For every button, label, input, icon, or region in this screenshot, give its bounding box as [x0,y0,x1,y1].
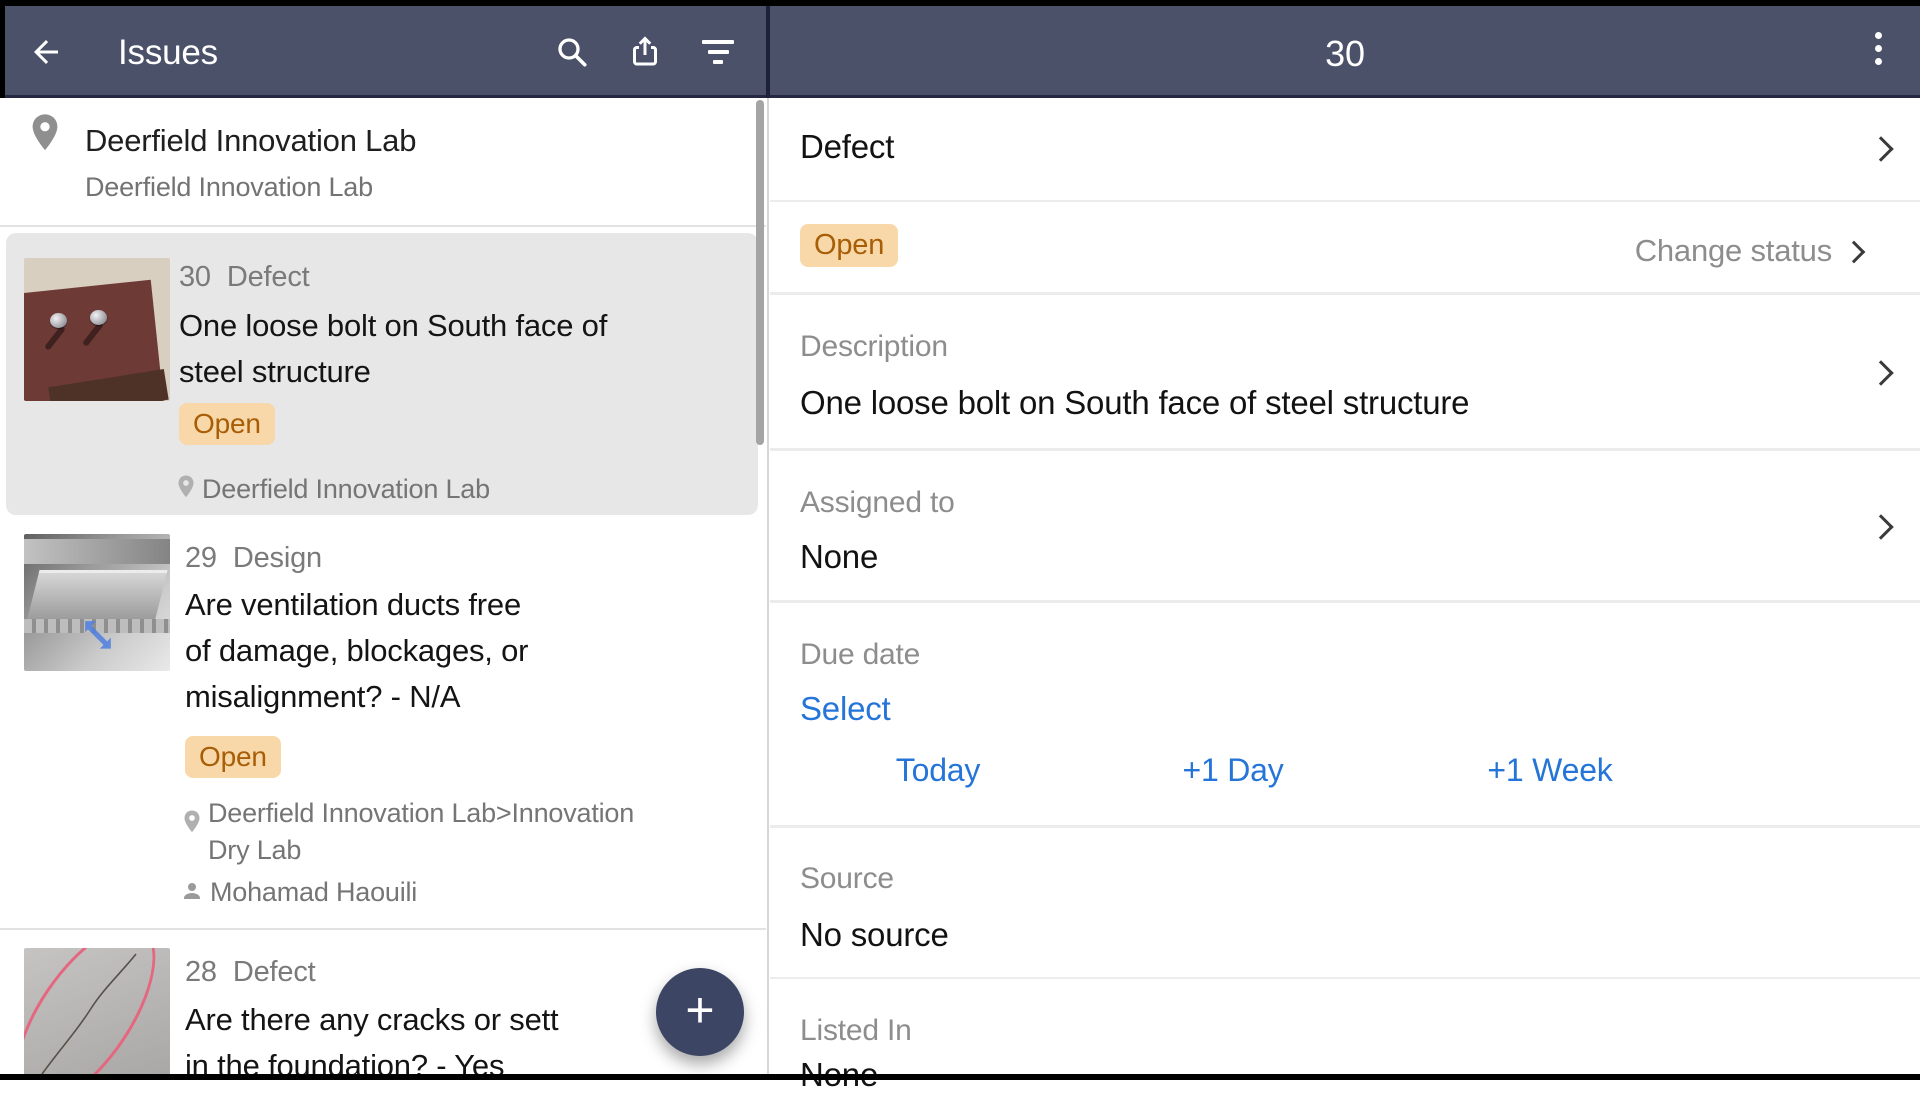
assigned-to-label: Assigned to [800,486,955,520]
row-divider [770,200,1920,202]
share-icon [627,34,663,70]
chevron-right-icon [1843,241,1866,264]
list-scrollbar[interactable] [756,100,764,445]
toolbar-actions [552,30,738,74]
location-title: Deerfield Innovation Lab [85,123,416,159]
issue-30-thumbnail [24,258,170,401]
description-label: Description [800,330,948,364]
issue-assignee: Mohamad Haouili [180,874,417,911]
location-subtitle: Deerfield Innovation Lab [85,172,373,203]
issue-list-item-30[interactable]: 30Defect One loose bolt on South face of… [6,233,758,515]
add-issue-fab[interactable]: + [656,968,744,1056]
issue-location: Deerfield Innovation Lab>Innovation Dry … [182,795,702,869]
search-button[interactable] [552,30,592,74]
screen-bottom-edge [0,1074,1920,1080]
issue-number-type: 28Defect [185,956,315,989]
issue-title: Are ventilation ducts free of damage, bl… [185,582,528,720]
person-icon [180,879,204,903]
issue-number-type: 29Design [185,542,322,575]
issue-28-thumbnail [24,948,170,1080]
app-screen: Issues 30 [0,0,1920,1080]
overflow-menu-button[interactable] [1856,24,1900,72]
status-badge: Open [185,736,281,778]
issue-title: One loose bolt on South face of steel st… [179,303,607,395]
description-row[interactable] [770,295,1920,448]
arrow-annotation-icon [76,612,120,656]
source-value: No source [800,916,949,954]
change-status-button[interactable]: Change status [1400,233,1862,269]
location-pin-icon [28,113,62,157]
issues-toolbar: Issues [0,6,766,98]
detail-toolbar: 30 [770,6,1920,98]
assigned-to-row[interactable] [770,451,1920,600]
back-button[interactable] [24,30,68,74]
listed-in-label: Listed In [800,1014,912,1048]
section-divider [770,600,1920,603]
section-divider [770,825,1920,828]
screen-left-edge [0,0,5,98]
issue-type-value: Defect [800,128,894,166]
section-divider [770,977,1920,979]
issue-type-row[interactable] [770,98,1920,200]
back-arrow-icon [28,34,64,70]
search-icon [554,34,590,70]
screen-top-edge [0,0,1920,6]
due-plus1week-button[interactable]: +1 Week [1487,752,1612,789]
share-button[interactable] [625,30,665,74]
due-today-button[interactable]: Today [896,752,980,789]
issue-location: Deerfield Innovation Lab [176,471,490,508]
issues-page-title: Issues [118,33,218,73]
due-date-select[interactable]: Select [800,690,891,728]
description-value: One loose bolt on South face of steel st… [800,384,1469,422]
plus-icon: + [685,985,714,1035]
list-divider [0,225,766,227]
issue-list-item-29[interactable]: 29Design Are ventilation ducts free of d… [0,520,766,928]
issue-list-item-28[interactable]: 28Defect Are there any cracks or sett in… [0,930,766,1074]
issue-number-type: 30Defect [179,261,309,294]
source-label: Source [800,862,894,896]
crack-line [24,948,170,1080]
map-pin-icon [176,474,196,502]
filter-button[interactable] [698,30,738,74]
assigned-to-value: None [800,538,878,576]
status-badge: Open [179,403,275,445]
due-date-label: Due date [800,638,920,672]
detail-status-badge: Open [800,224,898,267]
due-plus1day-button[interactable]: +1 Day [1182,752,1283,789]
vertical-ellipsis-icon [1875,32,1882,39]
issue-29-thumbnail [24,534,170,671]
map-pin-icon [182,809,202,837]
panel-divider [767,98,769,1074]
detail-title: 30 [770,33,1920,75]
filter-icon [701,40,735,64]
toolbar-divider [766,6,770,98]
